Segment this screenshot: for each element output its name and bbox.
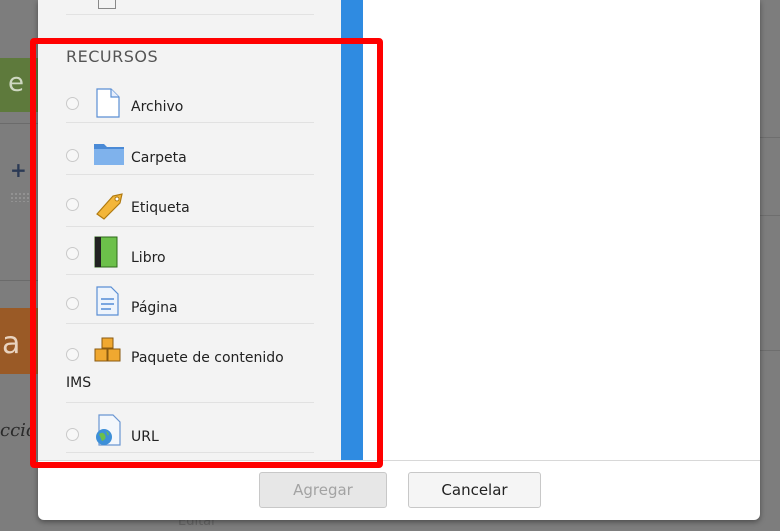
background-letter: e: [8, 68, 24, 98]
cancel-button[interactable]: Cancelar: [408, 472, 541, 508]
folder-icon: [93, 139, 124, 169]
radio-button[interactable]: [66, 97, 79, 110]
option-label: Carpeta: [131, 150, 187, 166]
option-label: URL: [131, 429, 159, 445]
resource-list-panel: RECURSOS Archivo Carpeta Etiqueta Libro …: [38, 0, 341, 460]
url-globe-icon: [93, 414, 123, 446]
background-divider: [760, 215, 780, 216]
radio-button[interactable]: [66, 428, 79, 441]
option-label: Libro: [131, 250, 166, 266]
list-separator: [66, 323, 314, 324]
tag-icon: [93, 190, 123, 220]
background-divider: [760, 137, 780, 138]
drag-handle-icon: [10, 192, 34, 202]
ims-package-icon: [93, 336, 123, 366]
background-divider: [760, 350, 780, 351]
page-icon: [93, 286, 123, 316]
list-separator: [66, 402, 314, 403]
list-separator: [66, 274, 314, 275]
radio-button[interactable]: [66, 198, 79, 211]
background-orange-block: a: [0, 308, 38, 374]
partial-item-icon: [98, 0, 116, 9]
background-letter: a: [2, 326, 21, 361]
list-separator: [66, 226, 314, 227]
list-separator: [66, 452, 314, 453]
radio-button[interactable]: [66, 297, 79, 310]
background-divider: [0, 280, 38, 281]
list-separator: [66, 174, 314, 175]
option-label: Página: [131, 300, 178, 316]
book-icon: [93, 236, 123, 268]
option-label: Archivo: [131, 99, 184, 115]
radio-button[interactable]: [66, 149, 79, 162]
footer-divider: [38, 460, 760, 461]
add-button[interactable]: Agregar: [259, 472, 387, 508]
background-green-block: e: [0, 58, 38, 112]
radio-button[interactable]: [66, 348, 79, 361]
option-label: Etiqueta: [131, 200, 190, 216]
plus-icon: +: [10, 158, 27, 182]
list-separator: [66, 122, 314, 123]
option-label-continued: IMS: [66, 375, 92, 391]
activity-chooser-dialog: RECURSOS Archivo Carpeta Etiqueta Libro …: [38, 0, 760, 520]
option-label: Paquete de contenido: [131, 350, 284, 366]
list-separator: [66, 14, 314, 15]
section-title: RECURSOS: [66, 47, 159, 66]
background-divider: [0, 123, 38, 124]
background-italic-text: ccio: [0, 420, 37, 441]
file-icon: [93, 88, 123, 118]
scrollbar[interactable]: [341, 0, 363, 460]
radio-button[interactable]: [66, 247, 79, 260]
